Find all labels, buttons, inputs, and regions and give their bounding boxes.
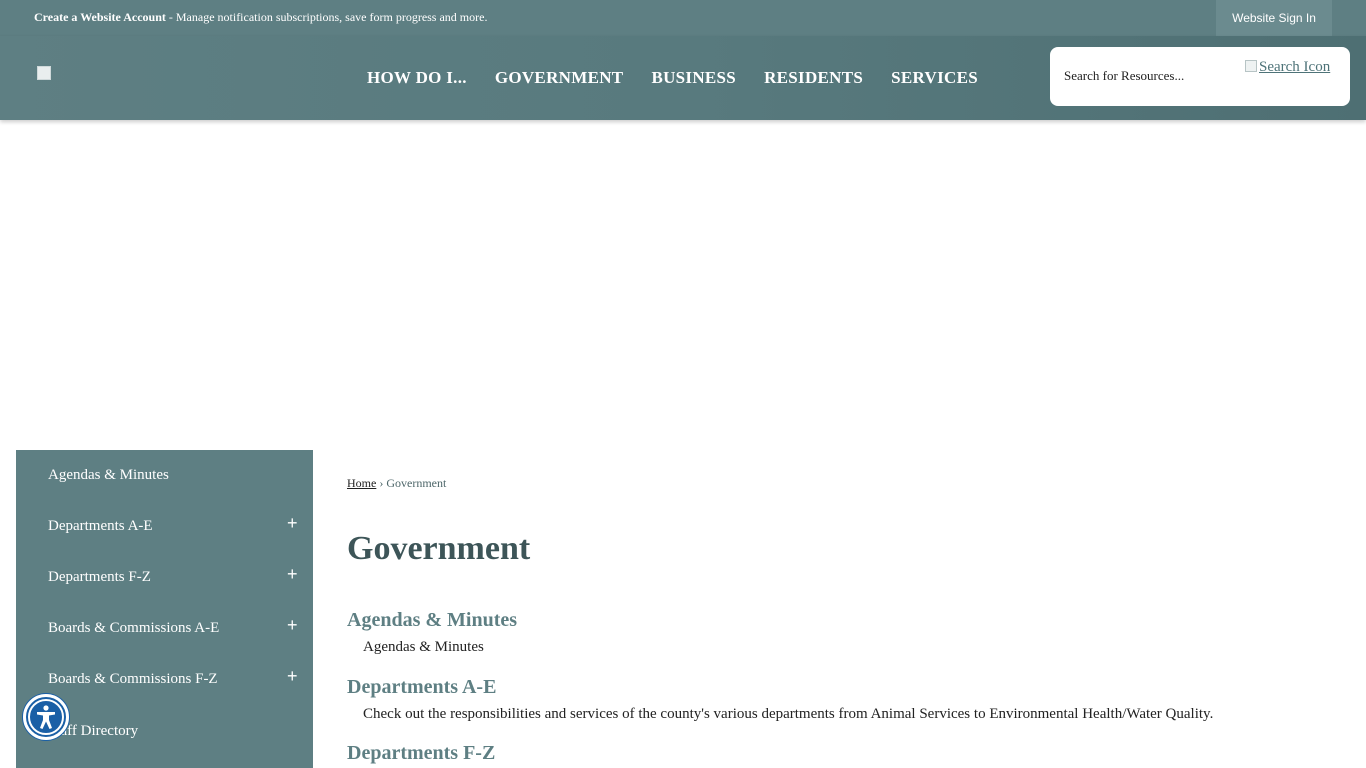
page-title: Government — [347, 530, 531, 567]
breadcrumb-separator: › — [379, 476, 384, 490]
account-announcement: Create a Website Account - Manage notifi… — [34, 10, 487, 25]
nav-business[interactable]: BUSINESS — [637, 68, 750, 88]
section-title-departments-f-z[interactable]: Departments F-Z — [347, 742, 495, 765]
broken-image-icon — [1245, 60, 1257, 72]
plus-icon[interactable]: + — [287, 564, 298, 585]
top-announcement-bar: Create a Website Account - Manage notifi… — [0, 0, 1366, 36]
sidebar-item-agendas-minutes[interactable]: Agendas & Minutes — [16, 450, 313, 501]
announcement-text: - Manage notification subscriptions, sav… — [165, 10, 488, 24]
site-logo[interactable] — [37, 66, 277, 84]
plus-icon[interactable]: + — [287, 513, 298, 534]
section-title-agendas-minutes[interactable]: Agendas & Minutes — [347, 609, 517, 632]
main-navigation: HOW DO I... GOVERNMENT BUSINESS RESIDENT… — [353, 36, 992, 120]
plus-icon[interactable]: + — [287, 615, 298, 636]
search-icon[interactable]: Search Icon — [1245, 59, 1330, 76]
breadcrumb-current: Government — [386, 476, 447, 490]
section-desc-departments-a-e: Check out the responsibilities and servi… — [363, 706, 1214, 722]
website-sign-in-button[interactable]: Website Sign In — [1216, 0, 1332, 36]
search-icon-alt: Search Icon — [1259, 59, 1331, 75]
main-content: Home › Government Government Agendas & M… — [313, 450, 1350, 768]
sidebar-item-label: Departments A-E — [48, 518, 153, 534]
search-input[interactable] — [1062, 65, 1232, 87]
section-desc-agendas-minutes: Agendas & Minutes — [363, 639, 484, 655]
plus-icon[interactable]: + — [287, 666, 298, 687]
accessibility-button[interactable] — [23, 694, 69, 740]
broken-image-icon — [37, 66, 51, 80]
sidebar-item-boards-a-e[interactable]: Boards & Commissions A-E + — [16, 603, 313, 654]
sidebar-item-label: Departments F-Z — [48, 569, 151, 585]
nav-services[interactable]: SERVICES — [877, 68, 992, 88]
search-box: Search Icon — [1050, 47, 1350, 106]
sidebar-item-departments-a-e[interactable]: Departments A-E + — [16, 501, 313, 552]
breadcrumb-home-link[interactable]: Home — [347, 476, 376, 490]
create-account-link[interactable]: Create a Website Account — [34, 10, 166, 24]
nav-residents[interactable]: RESIDENTS — [750, 68, 877, 88]
section-title-departments-a-e[interactable]: Departments A-E — [347, 676, 496, 699]
nav-how-do-i[interactable]: HOW DO I... — [353, 68, 481, 88]
sidebar-item-label: Boards & Commissions A-E — [48, 620, 220, 636]
sidebar-item-label: Boards & Commissions F-Z — [48, 671, 218, 687]
sidebar-item-departments-f-z[interactable]: Departments F-Z + — [16, 552, 313, 603]
accessibility-icon — [28, 699, 64, 735]
breadcrumb: Home › Government — [347, 476, 446, 491]
site-header: HOW DO I... GOVERNMENT BUSINESS RESIDENT… — [0, 36, 1366, 120]
nav-government[interactable]: GOVERNMENT — [481, 68, 638, 88]
sidebar-item-label: Agendas & Minutes — [48, 467, 169, 483]
